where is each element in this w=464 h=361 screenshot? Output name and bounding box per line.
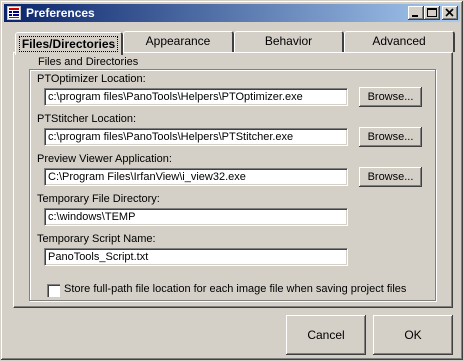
close-button[interactable] (442, 6, 458, 20)
ptstitcher-browse-button[interactable]: Browse... (359, 127, 422, 147)
title-bar[interactable]: Preferences (4, 4, 460, 22)
preview-viewer-browse-button[interactable]: Browse... (359, 167, 422, 187)
cancel-button[interactable]: Cancel (286, 315, 366, 355)
ptoptimizer-path-input[interactable]: c:\program files\PanoTools\Helpers\PTOpt… (44, 88, 348, 106)
tab-files-directories[interactable]: Files/Directories (15, 32, 123, 55)
minimize-button[interactable] (408, 6, 424, 20)
temp-dir-label: Temporary File Directory: (37, 193, 160, 205)
temp-dir-input[interactable]: c:\windows\TEMP (44, 208, 348, 226)
ptstitcher-label: PTStitcher Location: (37, 113, 137, 125)
preferences-window: Preferences Files/Directories Appearance… (0, 0, 464, 361)
window-title: Preferences (26, 6, 95, 20)
preview-viewer-path-input[interactable]: C:\Program Files\IrfanView\i_view32.exe (44, 168, 348, 186)
maximize-button[interactable] (424, 6, 440, 20)
minimize-icon (412, 15, 418, 17)
temp-script-label: Temporary Script Name: (37, 233, 156, 245)
preview-viewer-label: Preview Viewer Application: (37, 153, 172, 165)
tab-appearance[interactable]: Appearance (123, 31, 234, 52)
ptoptimizer-browse-button[interactable]: Browse... (359, 87, 422, 107)
groupbox-title: Files and Directories (35, 56, 142, 68)
preferences-app-icon (7, 6, 21, 20)
ptoptimizer-label: PTOptimizer Location: (37, 73, 146, 85)
tab-behavior[interactable]: Behavior (234, 31, 344, 52)
ptstitcher-path-input[interactable]: c:\program files\PanoTools\Helpers\PTSti… (44, 128, 348, 146)
temp-script-input[interactable]: PanoTools_Script.txt (44, 248, 348, 266)
store-fullpath-label[interactable]: Store full-path file location for each i… (64, 283, 406, 295)
maximize-icon (427, 8, 437, 17)
tab-advanced[interactable]: Advanced (344, 31, 455, 52)
store-fullpath-checkbox[interactable] (47, 284, 60, 297)
close-icon (445, 8, 454, 17)
ok-button[interactable]: OK (373, 315, 453, 355)
